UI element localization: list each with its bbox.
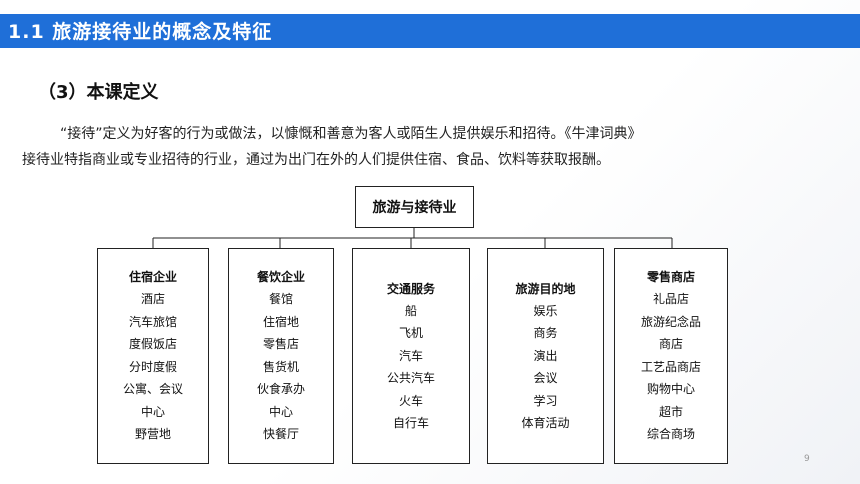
category-box-food: 餐饮企业 餐馆 住宿地 零售店 售货机 伙食承办 中心 快餐厅 (228, 248, 334, 464)
category-item: 火车 (398, 393, 423, 408)
category-item: 商务 (533, 326, 558, 340)
category-item: 快餐厅 (262, 427, 299, 442)
category-item: 汽车旅馆 (128, 314, 177, 329)
category-item: 中心 (140, 404, 165, 419)
category-item: 分时度假 (128, 359, 177, 374)
definition-paragraph-2: 接待业特指商业或专业招待的行业，通过为出门在外的人们提供住宿、食品、饮料等获取报… (22, 152, 610, 168)
category-item: 演出 (533, 348, 558, 363)
category-item: 礼品店 (652, 292, 689, 307)
category-item: 学习 (533, 393, 558, 408)
category-item: 餐馆 (268, 292, 293, 307)
category-title: 住宿企业 (128, 270, 177, 285)
category-title: 餐饮企业 (256, 270, 305, 285)
diagram-root-box: 旅游与接待业 (355, 186, 474, 228)
category-box-destination: 旅游目的地 娱乐 商务 演出 会议 学习 体育活动 (487, 248, 604, 464)
category-item: 自行车 (392, 416, 429, 430)
diagram-root-label: 旅游与接待业 (372, 200, 457, 216)
category-item: 飞机 (398, 326, 423, 340)
category-item: 体育活动 (521, 416, 570, 430)
category-item: 野营地 (134, 427, 171, 442)
page-number: 9 (804, 454, 810, 464)
category-item: 伙食承办 (256, 382, 305, 397)
category-item: 商店 (658, 337, 683, 352)
category-item: 公共汽车 (386, 371, 435, 385)
category-item: 娱乐 (533, 303, 558, 318)
category-box-lodging: 住宿企业 酒店 汽车旅馆 度假饭店 分时度假 公寓、会议 中心 野营地 (97, 248, 209, 464)
category-item: 船 (404, 303, 417, 318)
category-item: 超市 (658, 404, 683, 419)
category-item: 住宿地 (262, 314, 299, 329)
category-item: 中心 (268, 404, 293, 419)
category-item: 旅游纪念品 (640, 314, 701, 329)
category-item: 酒店 (140, 292, 165, 307)
category-item: 售货机 (262, 359, 299, 374)
slide-title: 1.1 旅游接待业的概念及特征 (8, 21, 273, 43)
category-box-transport: 交通服务 船 飞机 汽车 公共汽车 火车 自行车 (352, 248, 470, 464)
category-item: 公寓、会议 (122, 382, 183, 397)
section-title: （3）本课定义 (38, 82, 159, 103)
category-title: 旅游目的地 (515, 281, 576, 296)
definition-paragraph-1: “接待”定义为好客的行为或做法，以慷慨和善意为客人或陌生人提供娱乐和招待。《牛津… (60, 126, 642, 142)
category-item: 度假饭店 (128, 337, 177, 352)
category-item: 会议 (533, 371, 558, 385)
category-box-retail: 零售商店 礼品店 旅游纪念品 商店 工艺品商店 购物中心 超市 综合商场 (614, 248, 728, 464)
category-title: 零售商店 (646, 270, 695, 285)
category-item: 工艺品商店 (640, 359, 701, 374)
category-title: 交通服务 (386, 281, 435, 296)
category-item: 汽车 (398, 348, 423, 363)
category-item: 综合商场 (646, 427, 695, 442)
category-item: 零售店 (262, 337, 299, 352)
category-item: 购物中心 (646, 382, 695, 397)
